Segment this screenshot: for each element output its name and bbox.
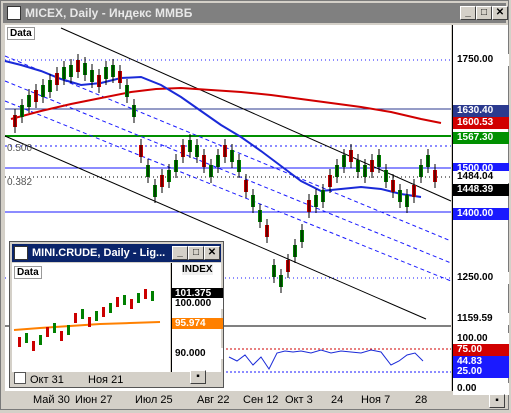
fib-label-0500: 0.500 <box>7 143 33 154</box>
sub-candlestick-series <box>18 289 154 351</box>
sub-candle <box>109 303 112 313</box>
data-tag: Data <box>7 27 35 40</box>
sub-candle <box>81 309 84 319</box>
sub-candle <box>74 313 77 323</box>
price-tag: 1400.00 <box>453 208 509 220</box>
sub-price-tag: 100.000 <box>172 298 223 309</box>
price-tag: 1750.00 <box>453 54 509 66</box>
fib-label-0382: 0.382 <box>7 177 33 188</box>
sub-candle <box>102 307 105 317</box>
chart-settings-button[interactable]: ▪ <box>489 394 505 408</box>
sub-candle <box>67 325 70 335</box>
sub-candle <box>39 335 42 345</box>
price-tag: 1567.30 <box>453 132 509 144</box>
price-tag: 1630.40 <box>453 105 509 117</box>
sub-candle <box>123 295 126 305</box>
sub-candle <box>144 289 147 299</box>
x-label: Авг 22 <box>197 394 230 406</box>
price-tag: 1600.53 <box>453 117 509 129</box>
price-tag: 1159.59 <box>453 313 509 325</box>
sub-moving-average <box>13 321 161 331</box>
main-x-axis: Май 30 Июн 27 Июл 25 Авг 22 Сен 12 Окт 3… <box>5 392 451 408</box>
x-label: Ноя 7 <box>361 394 391 406</box>
indicator-line <box>228 349 424 370</box>
sub-scroll-box[interactable] <box>14 372 26 384</box>
sub-settings-button[interactable]: ▪ <box>190 370 206 384</box>
sub-candle <box>25 333 28 343</box>
x-label: Сен 12 <box>243 394 279 406</box>
sub-candle <box>116 297 119 307</box>
price-tag: 1484.04 <box>453 171 509 183</box>
sub-candle <box>130 299 133 309</box>
sub-candle <box>137 293 140 303</box>
sub-index-tag: INDEX <box>182 264 213 275</box>
sub-candle <box>151 291 154 301</box>
sub-x-label: Ноя 21 <box>88 374 124 386</box>
sub-candle <box>18 337 21 347</box>
sub-data-tag: Data <box>14 266 42 279</box>
price-tag: 1448.39 <box>453 184 509 196</box>
moving-average-red <box>10 86 442 124</box>
price-tag: 1250.00 <box>453 272 509 284</box>
x-label: 28 <box>415 394 428 406</box>
sub-price-tag: 90.000 <box>172 348 223 359</box>
indicator-tag: 75.00 <box>453 344 509 356</box>
x-label: 24 <box>331 394 344 406</box>
x-label: Июл 25 <box>135 394 173 406</box>
sub-candle <box>53 323 56 333</box>
x-label: Окт 3 <box>285 394 313 406</box>
channel-mid-1 <box>4 55 452 242</box>
sub-candle <box>60 331 63 341</box>
sub-candle <box>95 311 98 321</box>
sub-candle <box>46 327 49 337</box>
indicator-tag: 25.00 <box>453 366 509 378</box>
sub-price-tag: 95.974 <box>172 318 223 329</box>
x-label: Май 30 <box>33 394 70 406</box>
sub-chart-window[interactable]: MINI.CRUDE, Daily - Lig... _ □ ✕ Data IN… <box>9 241 224 388</box>
x-label: Июн 27 <box>75 394 113 406</box>
sub-x-label: Окт 31 <box>30 374 64 386</box>
sub-candle <box>88 317 91 327</box>
sub-candle <box>32 341 35 351</box>
